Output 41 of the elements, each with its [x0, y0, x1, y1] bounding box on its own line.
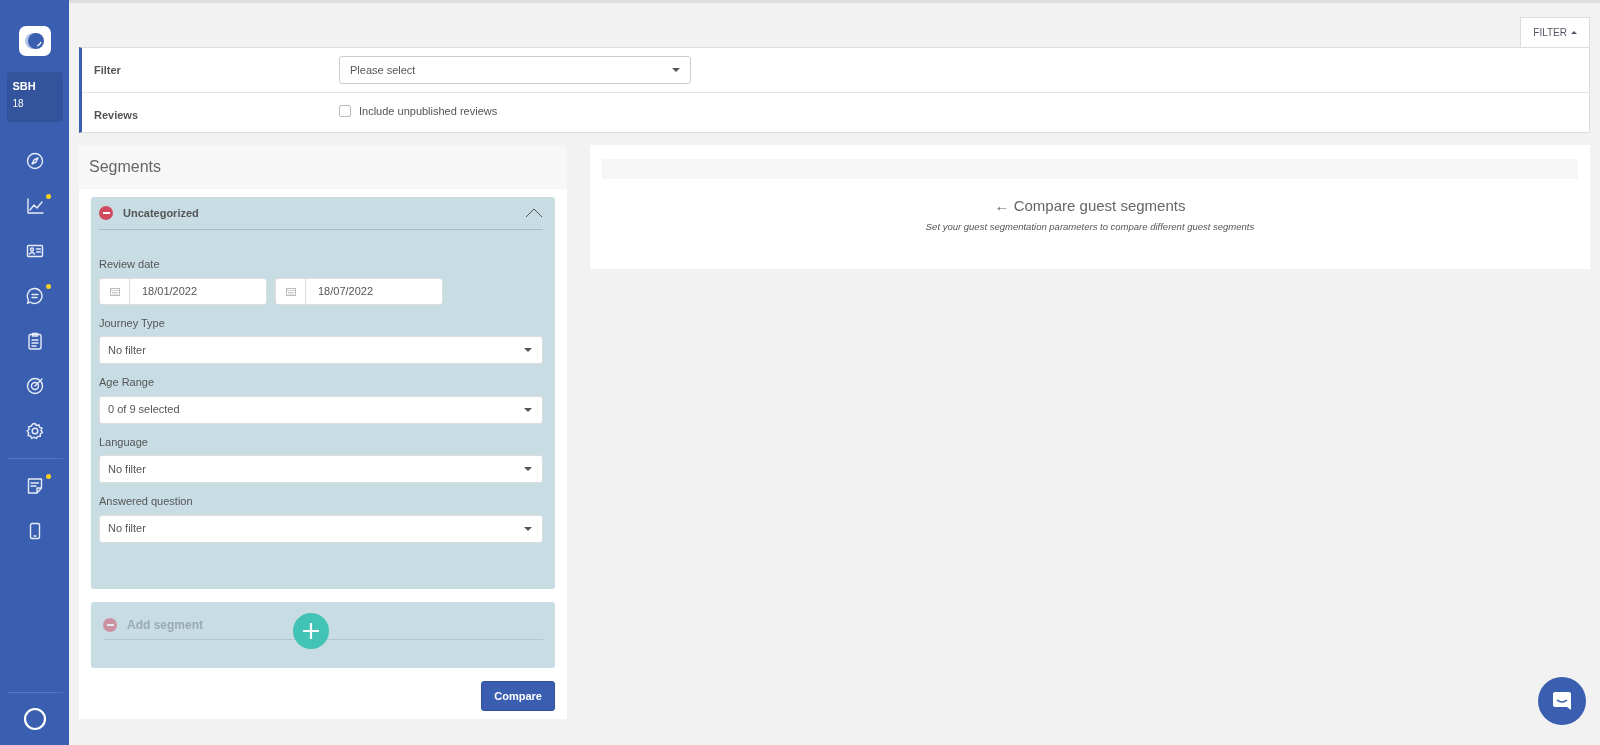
- field-label: Journey Type: [99, 315, 166, 331]
- checkbox-label[interactable]: Include unpublished reviews: [359, 103, 498, 120]
- clipboard-icon[interactable]: [25, 332, 44, 350]
- note-icon[interactable]: [25, 477, 44, 495]
- remove-icon: [103, 618, 117, 632]
- chevron-up-icon[interactable]: [525, 208, 543, 218]
- field-label: Language: [99, 434, 149, 450]
- ring-icon[interactable]: [22, 707, 47, 731]
- chat-icon: [1551, 690, 1573, 712]
- filter-tab[interactable]: FILTER: [1520, 17, 1590, 47]
- select-field[interactable]: No filter: [99, 514, 543, 543]
- segments-title: Segments: [79, 145, 567, 189]
- field-label: Age Range: [99, 375, 156, 390]
- chat-button[interactable]: [1538, 677, 1586, 725]
- target-icon[interactable]: [25, 377, 44, 395]
- compare-heading: ← Compare guest segments: [994, 197, 1186, 214]
- compare-button[interactable]: Compare: [481, 680, 555, 711]
- select-field[interactable]: No filter: [99, 455, 543, 483]
- select-field[interactable]: No filter: [99, 336, 543, 364]
- app-logo[interactable]: [18, 26, 51, 56]
- filter-select[interactable]: Please select: [339, 56, 691, 84]
- chat-bubble-icon[interactable]: [25, 287, 44, 305]
- compare-subtitle: Set your guest segmentation parameters to compare different guest segments: [925, 220, 1255, 232]
- select-field[interactable]: 0 of 9 selected: [99, 395, 543, 424]
- filter-label: Reviews: [93, 108, 140, 123]
- compass-icon[interactable]: [25, 152, 44, 170]
- plus-icon: [301, 620, 321, 641]
- calendar-icon: [109, 286, 120, 296]
- settings-icon[interactable]: [25, 422, 44, 440]
- date-field[interactable]: 18/07/2022: [275, 277, 443, 305]
- account-switcher[interactable]: SBH 18: [6, 72, 63, 122]
- date-field[interactable]: 18/01/2022: [99, 277, 267, 305]
- checkbox[interactable]: [339, 105, 351, 118]
- field-label: Answered question: [99, 494, 194, 509]
- remove-icon[interactable]: [99, 206, 113, 220]
- line-chart-icon[interactable]: [25, 197, 44, 215]
- calendar-icon: [285, 286, 296, 296]
- filter-label: Filter: [93, 62, 122, 78]
- field-label: Review date: [99, 257, 161, 272]
- id-card-icon[interactable]: [25, 242, 44, 260]
- segment-title: Uncategorized: [123, 205, 199, 221]
